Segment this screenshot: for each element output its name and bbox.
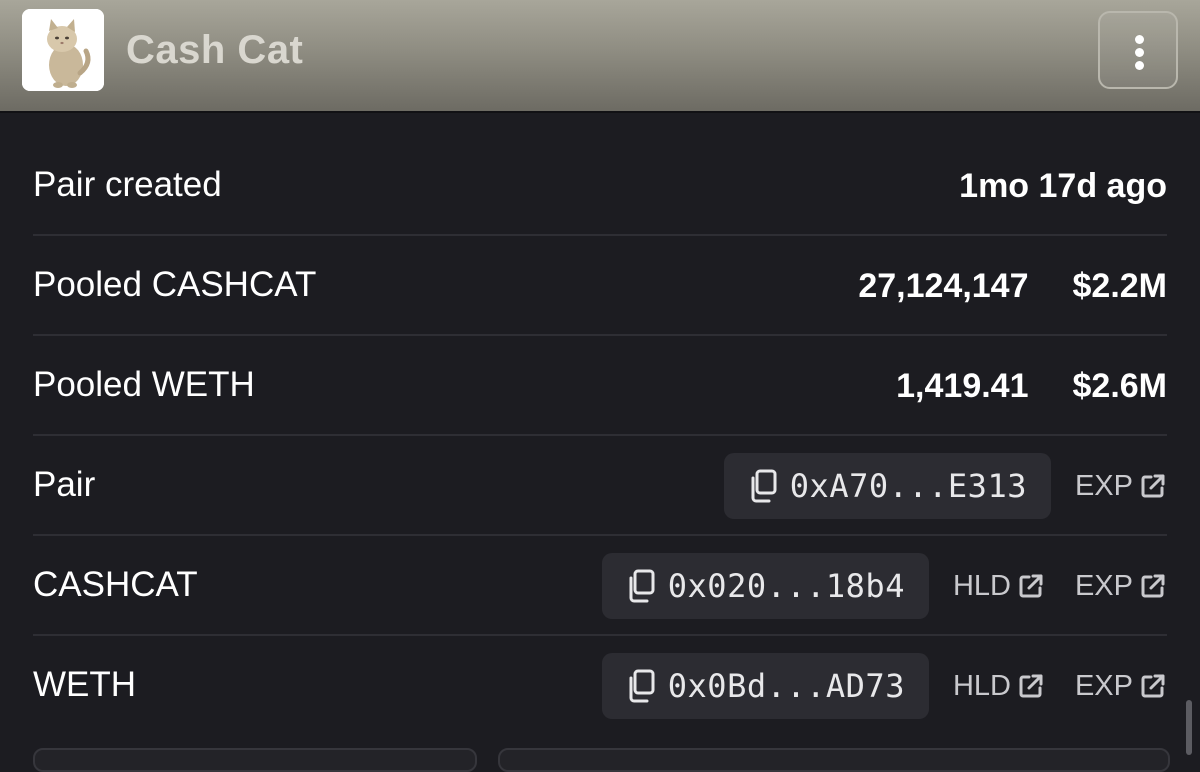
- exp-label: EXP: [1074, 670, 1133, 702]
- pair-address: 0xA70...E313: [789, 467, 1027, 505]
- pair-info-list: Pair created 1mo 17d ago Pooled CASHCAT …: [33, 136, 1167, 736]
- hld-label: HLD: [952, 670, 1011, 702]
- pair-explorer-link[interactable]: EXP: [1075, 468, 1167, 504]
- row-label: Pooled CASHCAT: [33, 265, 317, 304]
- weth-address-copy-button[interactable]: 0x0Bd...AD73: [601, 653, 929, 719]
- token-address: 0x020...18b4: [667, 567, 905, 605]
- pooled-token-amount: 27,124,147: [858, 267, 1029, 305]
- token-explorer-link[interactable]: EXP: [1075, 568, 1167, 604]
- token-address-copy-button[interactable]: 0x020...18b4: [601, 553, 929, 619]
- weth-address: 0x0Bd...AD73: [667, 667, 905, 705]
- pair-address-copy-button[interactable]: 0xA70...E313: [723, 453, 1051, 519]
- exp-label: EXP: [1074, 470, 1133, 502]
- pooled-token-usd: $2.2M: [1072, 267, 1168, 305]
- next-card[interactable]: [33, 748, 477, 772]
- cat-avatar-icon: [22, 9, 104, 91]
- more-vertical-icon-dot: [1135, 61, 1144, 70]
- more-vertical-icon: [1135, 35, 1144, 44]
- copy-icon: [629, 569, 655, 603]
- external-link-icon: [1141, 674, 1165, 698]
- weth-explorer-link[interactable]: EXP: [1075, 668, 1167, 704]
- pooled-weth-amount: 1,419.41: [896, 367, 1029, 405]
- copy-icon: [751, 469, 777, 503]
- token-holders-link[interactable]: HLD: [953, 568, 1045, 604]
- page-title: Cash Cat: [126, 28, 304, 72]
- external-link-icon: [1019, 674, 1043, 698]
- row-label: Pooled WETH: [33, 365, 255, 404]
- token-header: Cash Cat: [0, 0, 1200, 113]
- row-label: WETH: [33, 665, 137, 704]
- row-token-address: CASHCAT 0x020...18b4 HLD EXP: [33, 536, 1167, 636]
- external-link-icon: [1141, 474, 1165, 498]
- more-menu-button[interactable]: [1098, 11, 1178, 89]
- next-card[interactable]: [498, 748, 1170, 772]
- row-label: Pair created: [33, 165, 222, 204]
- row-pooled-weth: Pooled WETH 1,419.41 $2.6M: [33, 336, 1167, 436]
- row-weth-address: WETH 0x0Bd...AD73 HLD EXP: [33, 636, 1167, 736]
- exp-label: EXP: [1074, 570, 1133, 602]
- external-link-icon: [1141, 574, 1165, 598]
- more-vertical-icon-dot: [1135, 48, 1144, 57]
- row-pair-address: Pair 0xA70...E313 EXP: [33, 436, 1167, 536]
- copy-icon: [629, 669, 655, 703]
- scrollbar[interactable]: [1186, 700, 1192, 755]
- pooled-weth-usd: $2.6M: [1072, 367, 1168, 405]
- row-label: CASHCAT: [33, 565, 198, 604]
- row-pair-created: Pair created 1mo 17d ago: [33, 136, 1167, 236]
- pair-created-value: 1mo 17d ago: [959, 167, 1167, 205]
- weth-holders-link[interactable]: HLD: [953, 668, 1045, 704]
- row-label: Pair: [33, 465, 96, 504]
- external-link-icon: [1019, 574, 1043, 598]
- row-pooled-token: Pooled CASHCAT 27,124,147 $2.2M: [33, 236, 1167, 336]
- hld-label: HLD: [952, 570, 1011, 602]
